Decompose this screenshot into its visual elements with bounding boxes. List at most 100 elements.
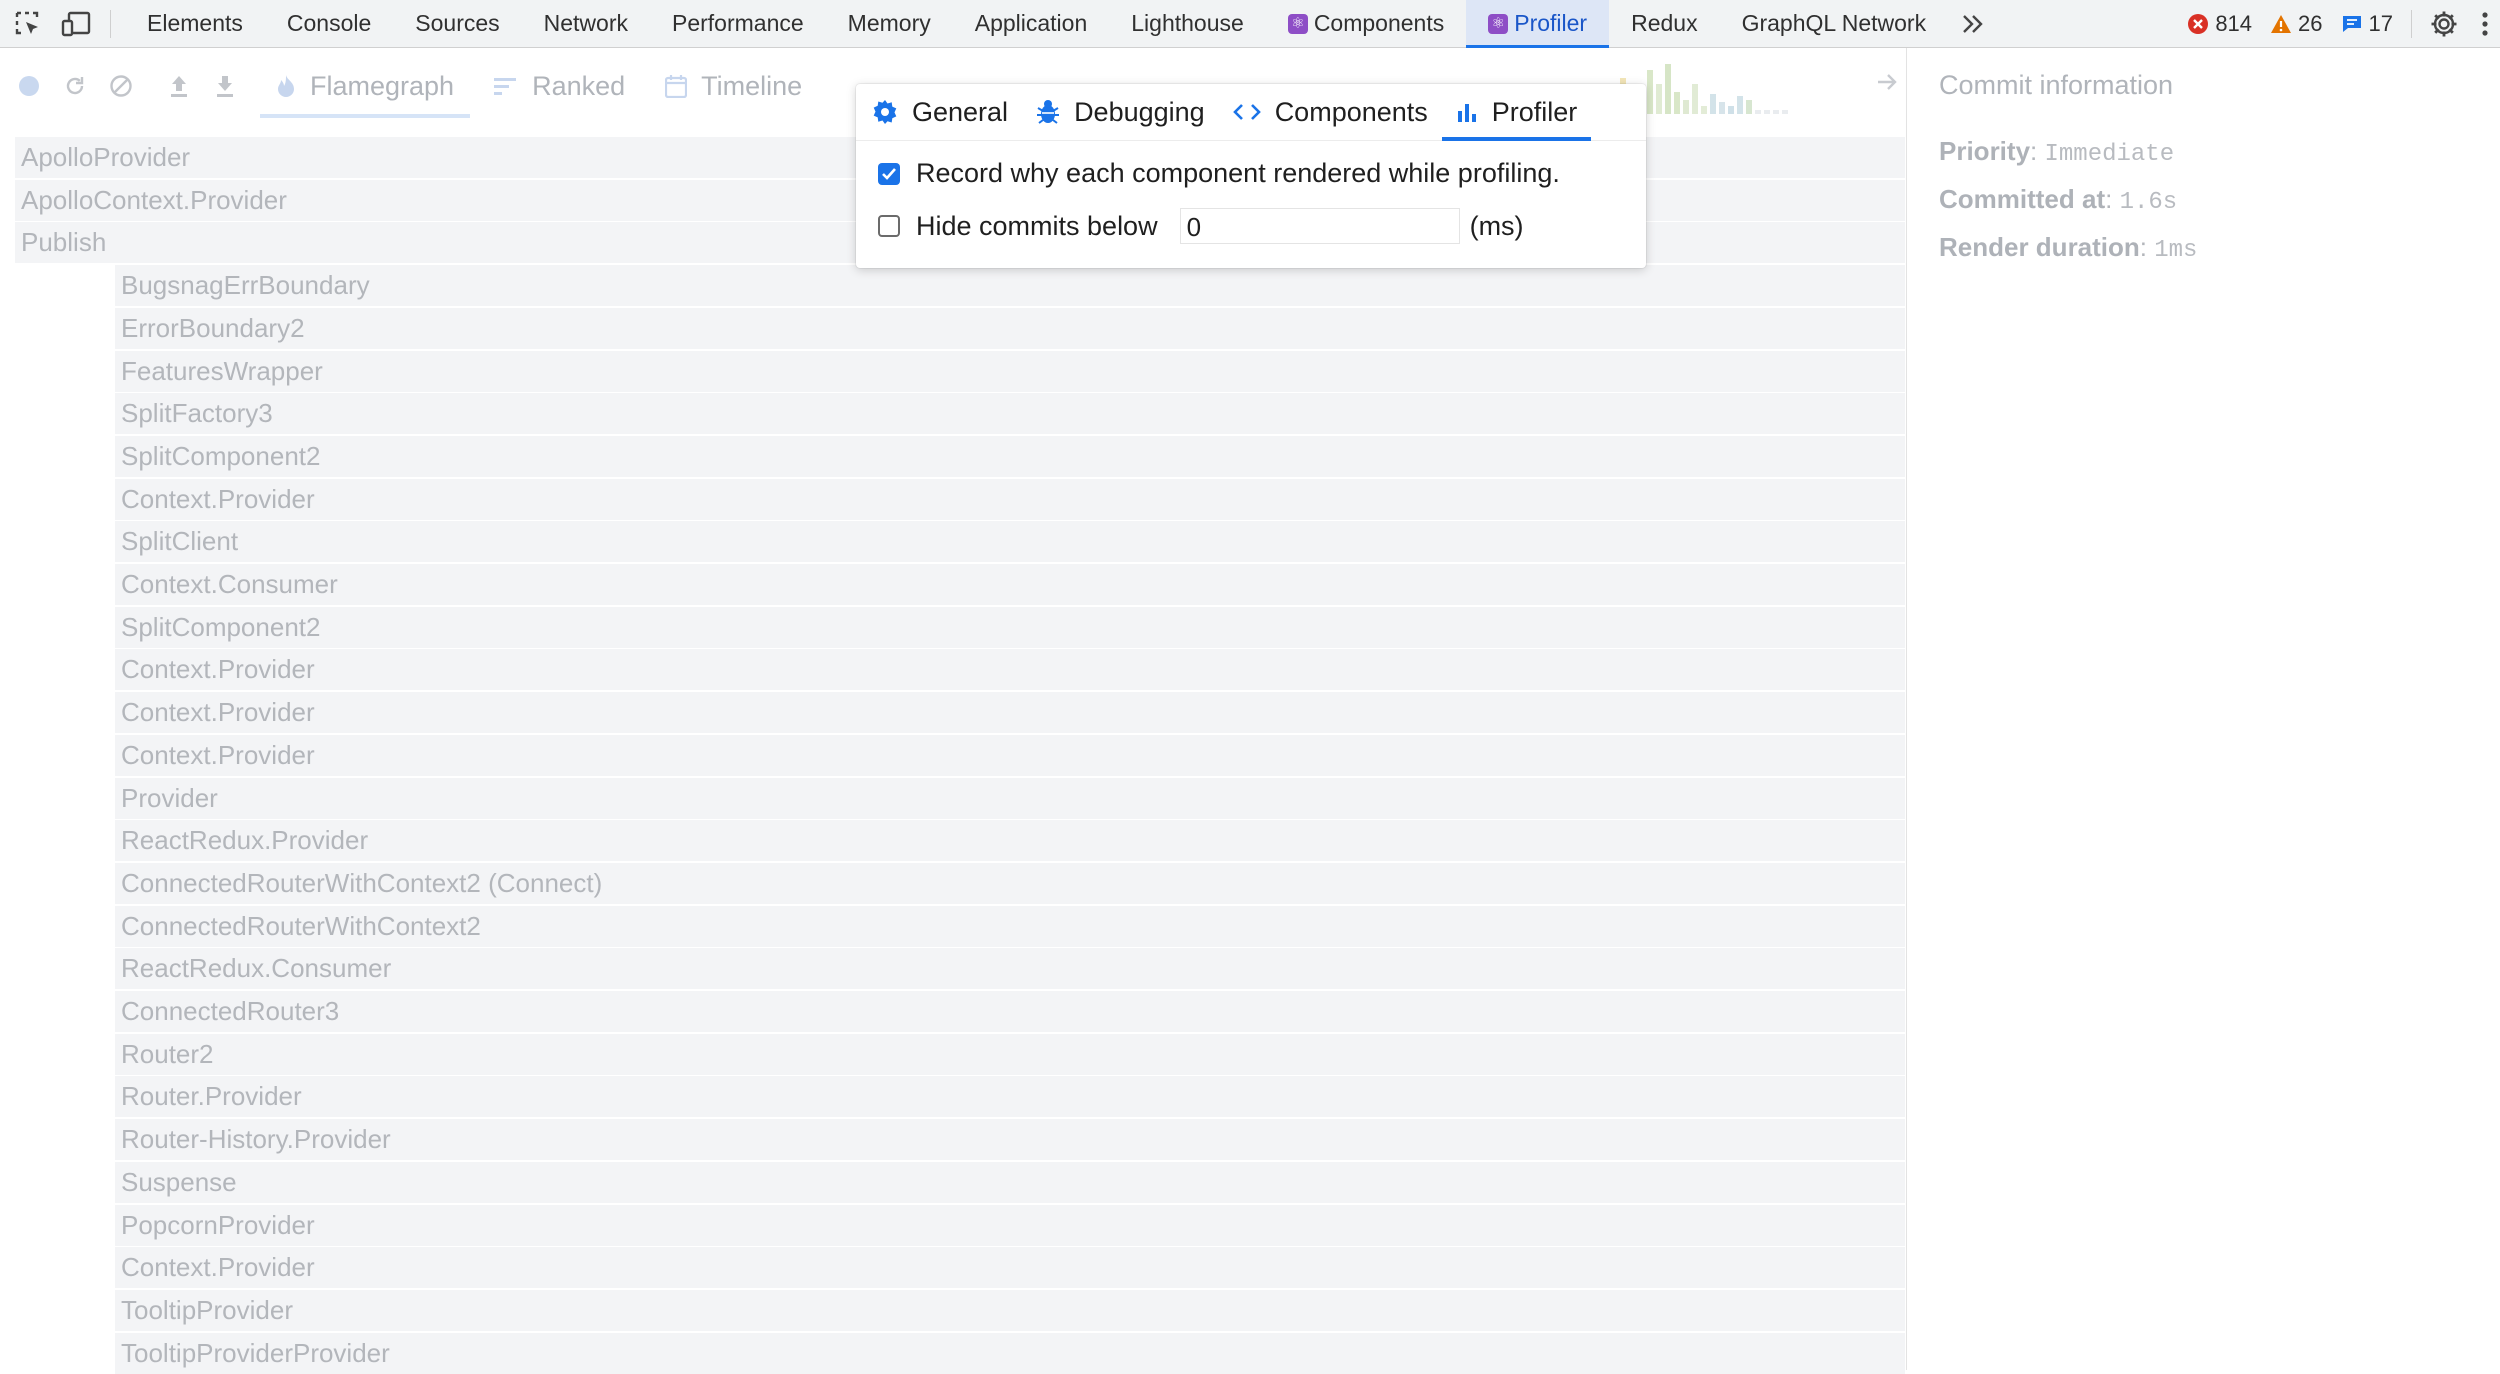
priority-label: Priority [1939, 136, 2031, 166]
flamegraph-node[interactable]: ConnectedRouterWithContext2 [115, 905, 1905, 947]
tab-components[interactable]: ⚛ Components [1266, 0, 1466, 47]
flamegraph-node[interactable]: SplitComponent2 [115, 435, 1905, 477]
panel-tabs: Elements Console Sources Network Performance… [125, 0, 1949, 48]
tab-timeline[interactable]: Timeline [645, 48, 822, 124]
tab-label: Network [543, 10, 628, 36]
committed-at-value: 1.6s [2119, 189, 2178, 216]
react-icon: ⚛ [1287, 13, 1308, 34]
flamegraph-node[interactable]: Router2 [115, 1033, 1905, 1075]
flamegraph-node[interactable]: Context.Provider [115, 734, 1905, 776]
tab-application[interactable]: Application [953, 0, 1110, 47]
commit-bar[interactable] [1737, 96, 1743, 114]
flamegraph-node[interactable]: Provider [115, 777, 1905, 819]
flamegraph-node[interactable]: BugsnagErrBoundary [115, 265, 1905, 307]
tab-ranked[interactable]: Ranked [474, 48, 645, 124]
settings-tab-components[interactable]: Components [1219, 84, 1442, 140]
commit-bar[interactable] [1665, 64, 1671, 114]
render-duration-line: Render duration: 1ms [1939, 232, 2198, 264]
settings-tab-profiler[interactable]: Profiler [1441, 84, 1592, 141]
bug-icon [1036, 99, 1060, 125]
commit-bar[interactable] [1692, 84, 1698, 114]
commit-bar[interactable] [1782, 110, 1788, 114]
tab-console[interactable]: Console [265, 0, 393, 47]
hide-commits-ms-input[interactable]: 0 [1179, 208, 1460, 244]
more-options-icon[interactable] [2470, 4, 2500, 44]
tab-profiler[interactable]: ⚛ Profiler [1466, 0, 1610, 48]
flamegraph-node[interactable]: Context.Provider [115, 478, 1905, 520]
priority-line: Priority: Immediate [1939, 136, 2175, 168]
flamegraph-node[interactable]: PopcornProvider [115, 1204, 1905, 1246]
settings-gear-icon[interactable] [2424, 4, 2464, 44]
flamegraph-node[interactable]: Suspense [115, 1161, 1905, 1203]
record-button[interactable] [6, 63, 52, 109]
tab-redux[interactable]: Redux [1609, 0, 1719, 47]
tab-label: GraphQL Network [1741, 10, 1927, 36]
load-profile-icon[interactable] [156, 63, 202, 109]
tab-ranked-label: Ranked [532, 70, 626, 101]
tab-label: Redux [1631, 10, 1698, 36]
commit-bar[interactable] [1728, 106, 1734, 114]
commit-bar[interactable] [1755, 110, 1761, 114]
next-commit-arrow-icon[interactable] [1875, 70, 1899, 99]
flamegraph-node[interactable]: Context.Provider [115, 1247, 1905, 1289]
commit-info-title: Commit information [1939, 70, 2174, 100]
hide-commits-label: Hide commits below [916, 210, 1158, 241]
flamegraph-node[interactable]: ReactRedux.Consumer [115, 948, 1905, 990]
record-why-checkbox[interactable] [878, 162, 900, 185]
commit-bar[interactable] [1719, 102, 1725, 114]
flamegraph-node[interactable]: Context.Provider [115, 649, 1905, 691]
error-counter[interactable]: 814 [2187, 11, 2252, 37]
flamegraph-node[interactable]: ErrorBoundary2 [115, 307, 1905, 349]
flamegraph-node[interactable]: SplitClient [115, 521, 1905, 563]
tab-label: Profiler [1514, 10, 1588, 36]
commit-bar[interactable] [1656, 84, 1662, 114]
device-toolbar-icon[interactable] [56, 4, 96, 44]
tab-sources[interactable]: Sources [393, 0, 521, 47]
ranked-icon [494, 76, 518, 96]
tab-performance[interactable]: Performance [650, 0, 826, 47]
message-counter[interactable]: 17 [2341, 11, 2393, 37]
flamegraph-node[interactable]: Context.Consumer [115, 564, 1905, 605]
settings-tab-debugging[interactable]: Debugging [1022, 84, 1219, 140]
tab-label: Components [1313, 10, 1445, 36]
commit-bar[interactable] [1773, 110, 1779, 114]
flamegraph-node[interactable]: SplitComponent2 [115, 606, 1905, 648]
warning-counter[interactable]: 26 [2270, 11, 2323, 37]
commit-information-panel: Commit information Priority: Immediate C… [1906, 48, 2500, 1370]
tab-memory[interactable]: Memory [826, 0, 953, 47]
committed-at-line: Committed at: 1.6s [1939, 184, 2178, 216]
inspect-element-icon[interactable] [8, 4, 48, 44]
commit-bar[interactable] [1701, 106, 1707, 114]
commit-bar[interactable] [1674, 92, 1680, 114]
commit-bar[interactable] [1647, 70, 1653, 114]
flamegraph-node[interactable]: ConnectedRouterWithContext2 (Connect) [115, 862, 1905, 904]
reload-and-profile-icon[interactable] [52, 63, 98, 109]
more-tabs-chevron-icon[interactable] [1948, 13, 1998, 35]
flamegraph-node[interactable]: Router-History.Provider [115, 1119, 1905, 1161]
commit-bar[interactable] [1710, 94, 1716, 114]
commit-bar[interactable] [1764, 110, 1770, 114]
clear-profiling-icon[interactable] [98, 63, 144, 109]
flamegraph-node[interactable]: FeaturesWrapper [115, 350, 1905, 392]
tab-label: Memory [847, 10, 931, 36]
flamegraph-node[interactable]: ConnectedRouter3 [115, 991, 1905, 1032]
devtools-tab-bar: Elements Console Sources Network Performance… [0, 0, 2500, 48]
flamegraph-node[interactable]: ReactRedux.Provider [115, 820, 1905, 862]
flamegraph-node[interactable]: Router.Provider [115, 1076, 1905, 1118]
tab-graphql-network[interactable]: GraphQL Network [1720, 0, 1949, 47]
save-profile-icon[interactable] [202, 63, 248, 109]
flamegraph-node[interactable]: TooltipProviderProvider [115, 1332, 1905, 1374]
flamegraph-node[interactable]: TooltipProvider [115, 1289, 1905, 1331]
tab-label: Application [974, 10, 1088, 36]
tab-label: Console [286, 10, 372, 36]
tab-lighthouse[interactable]: Lighthouse [1109, 0, 1266, 47]
hide-commits-checkbox[interactable] [878, 215, 900, 237]
tab-network[interactable]: Network [522, 0, 650, 47]
tab-elements[interactable]: Elements [125, 0, 265, 47]
flamegraph-node[interactable]: Context.Provider [115, 692, 1905, 734]
commit-bar[interactable] [1683, 100, 1689, 114]
flamegraph-node[interactable]: SplitFactory3 [115, 393, 1905, 435]
tab-flamegraph[interactable]: Flamegraph [256, 48, 474, 124]
commit-bar[interactable] [1746, 100, 1752, 114]
settings-tab-general[interactable]: General [856, 84, 1022, 140]
